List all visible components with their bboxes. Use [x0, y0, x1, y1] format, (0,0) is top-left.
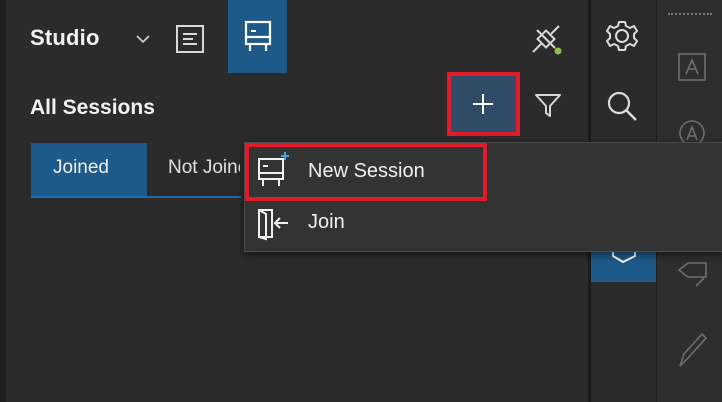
session-board-icon — [244, 20, 272, 51]
menu-item-new-session-label: New Session — [308, 160, 425, 182]
tab-joined[interactable]: Joined — [31, 143, 147, 197]
menu-item-join[interactable]: Join — [245, 199, 722, 251]
tab-not-joined[interactable]: Not Joined — [168, 157, 240, 179]
join-door-icon — [258, 209, 288, 241]
sessions-view-button[interactable] — [228, 0, 287, 73]
plus-icon — [473, 94, 493, 114]
text-box-icon[interactable] — [677, 52, 707, 82]
menu-item-new-session[interactable]: New Session — [245, 143, 722, 201]
add-session-menu: New Session Join — [244, 142, 722, 252]
tag-icon[interactable] — [676, 258, 710, 292]
add-session-button[interactable] — [447, 72, 520, 136]
pen-icon[interactable] — [676, 330, 710, 370]
tab-underline — [31, 196, 241, 198]
filter-icon[interactable] — [533, 90, 563, 120]
workspace-dropdown-label[interactable]: Studio — [30, 25, 100, 51]
sessions-title: All Sessions — [30, 96, 155, 119]
menu-item-join-label: Join — [308, 211, 345, 233]
new-session-icon — [258, 152, 289, 186]
gear-icon[interactable] — [602, 16, 642, 56]
panel-edge — [0, 0, 6, 402]
plug-status-icon[interactable] — [529, 22, 563, 56]
chevron-down-icon[interactable] — [134, 30, 152, 48]
tab-joined-label: Joined — [53, 157, 109, 178]
toolbar-grip[interactable] — [668, 13, 712, 15]
notes-icon[interactable] — [173, 22, 207, 56]
search-icon[interactable] — [602, 86, 642, 126]
